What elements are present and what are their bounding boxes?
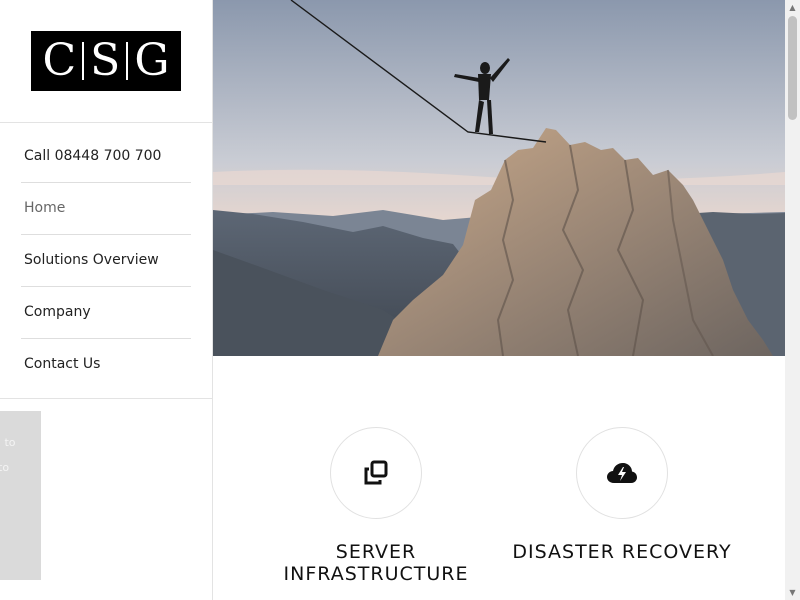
service-title-line: INFRASTRUCTURE [283,563,469,585]
nav-item-home[interactable]: Home [21,183,191,235]
divider [0,122,212,123]
service-title-line: SERVER [335,541,417,563]
logo-separator [126,42,129,80]
nav-item-company[interactable]: Company [21,287,191,339]
page-scrollbar[interactable]: ▲ ▼ [785,0,800,600]
main-nav: Call 08448 700 700 Home Solutions Overvi… [21,131,191,390]
nav-item-call[interactable]: Call 08448 700 700 [21,131,191,183]
service-title: DISASTER RECOVERY [502,541,742,563]
logo-letter-s: S [90,35,121,86]
service-card-disaster-recovery[interactable]: DISASTER RECOVERY [502,427,742,563]
divider [0,398,212,399]
copy-squares-icon [364,460,388,485]
scroll-thumb[interactable] [788,16,797,120]
cookie-notice-text: g to [0,436,16,449]
logo-letter-c: C [42,35,77,86]
hero-mountain-illustration [213,0,785,356]
sidebar: C S G Call 08448 700 700 Home Solutions … [0,0,213,600]
scroll-up-arrow-icon[interactable]: ▲ [785,0,800,15]
service-icon-circle [330,427,422,519]
nav-item-solutions-overview[interactable]: Solutions Overview [21,235,191,287]
service-card-server-infrastructure[interactable]: SERVER INFRASTRUCTURE [266,427,486,585]
logo-letter-g: G [134,35,170,86]
hero-image [213,0,785,356]
csg-logo[interactable]: C S G [31,31,181,91]
cookie-notice-panel[interactable]: g to to [0,411,41,580]
scroll-down-arrow-icon[interactable]: ▼ [785,585,800,600]
service-title: SERVER INFRASTRUCTURE [266,541,486,585]
cloud-lightning-icon [607,463,637,483]
nav-item-contact-us[interactable]: Contact Us [21,339,191,390]
logo-separator [82,42,85,80]
service-title-line: DISASTER RECOVERY [512,541,732,563]
service-icon-circle [576,427,668,519]
cookie-notice-text: to [0,461,10,474]
